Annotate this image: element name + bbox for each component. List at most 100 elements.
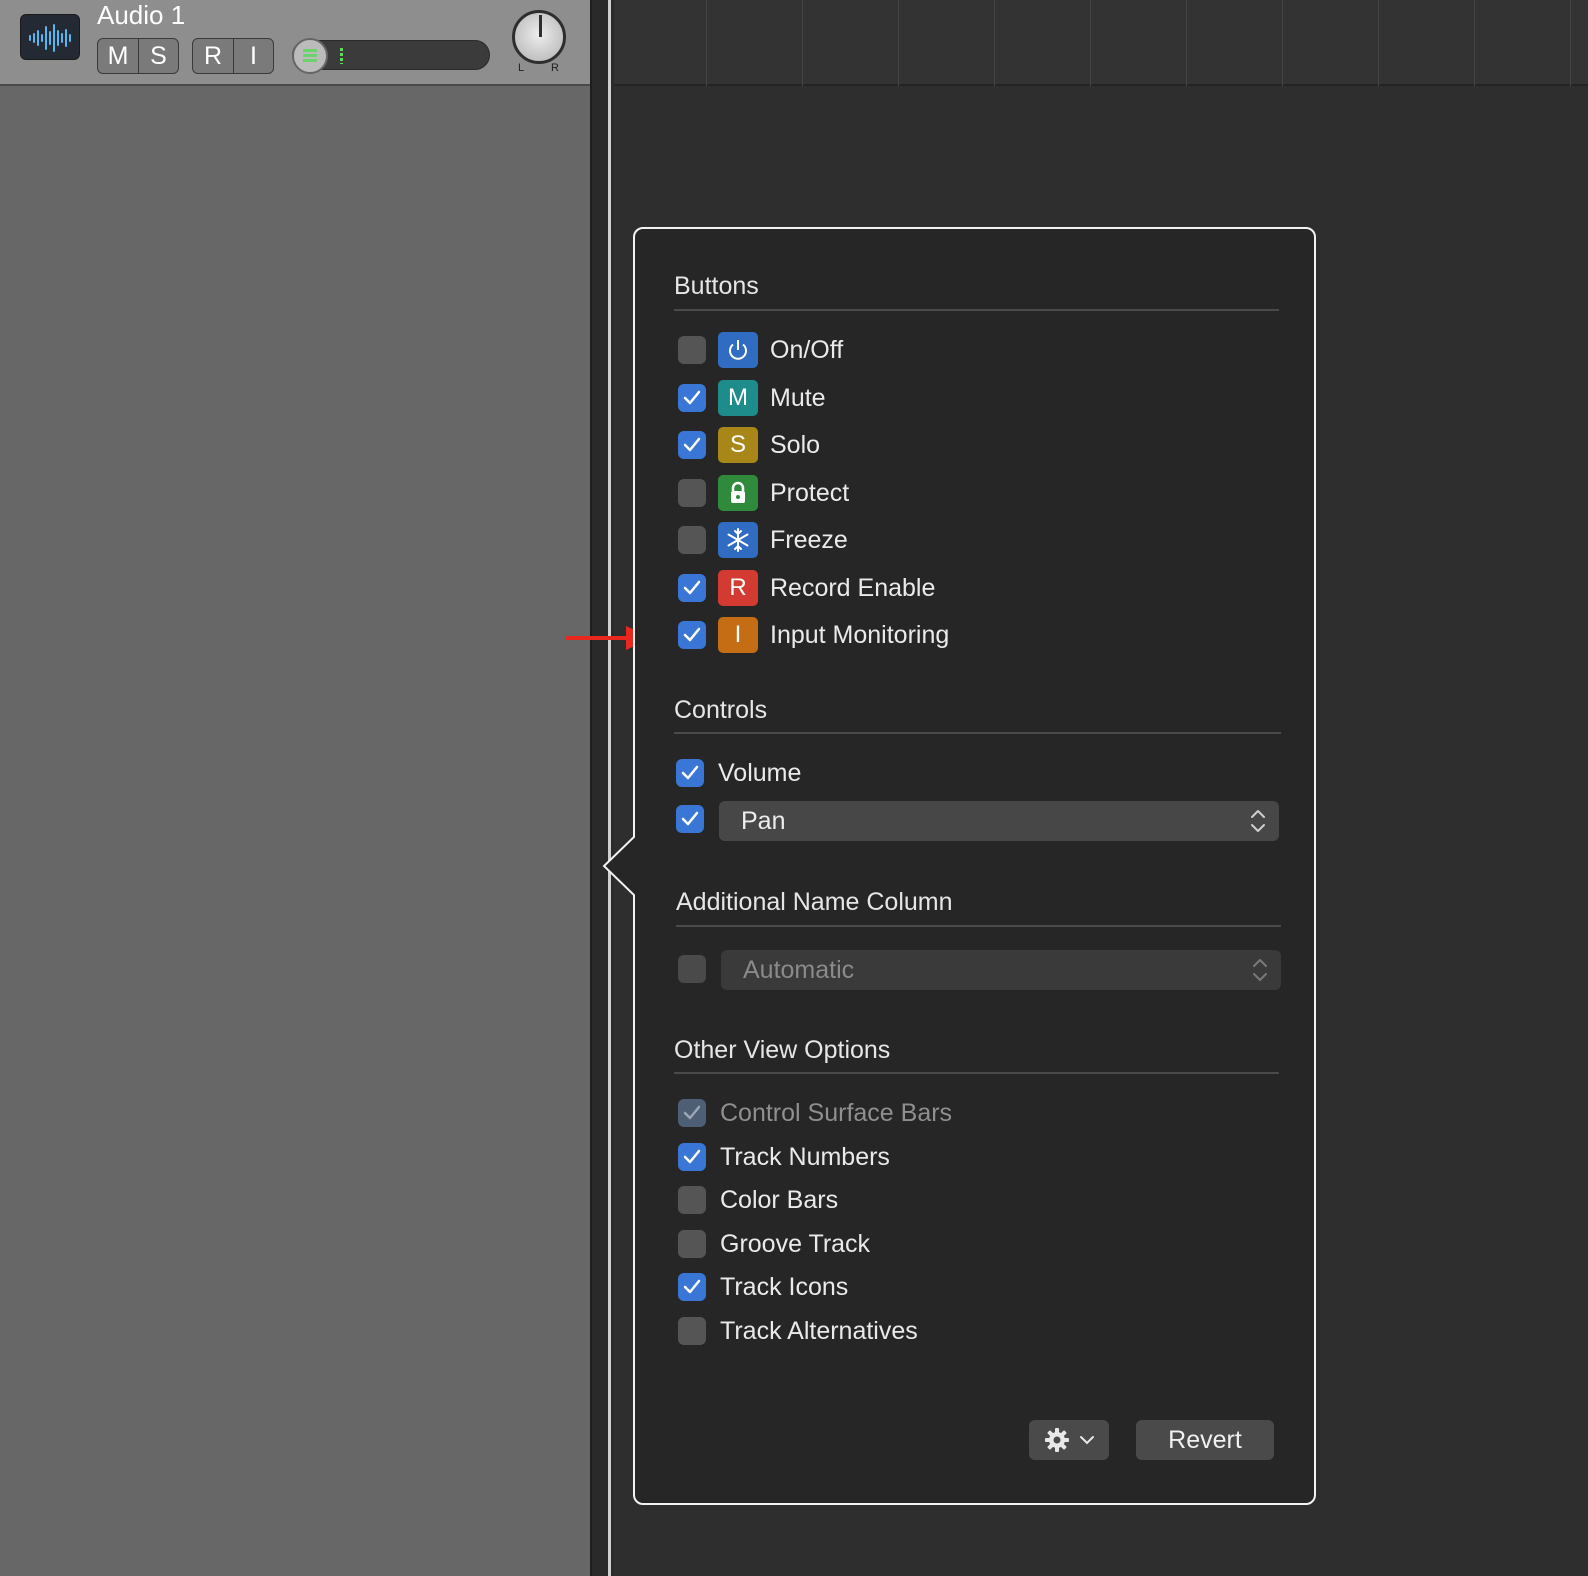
pan-popup-menu[interactable]: Pan [719, 801, 1279, 841]
track-alternatives-label: Track Alternatives [720, 1316, 918, 1345]
track-numbers-checkbox[interactable] [678, 1143, 706, 1171]
grid-line [1282, 0, 1283, 86]
view-option-color-bars[interactable]: Color Bars [678, 1180, 838, 1220]
solo-checkbox[interactable] [678, 431, 706, 459]
solo-button[interactable]: S [138, 39, 178, 73]
updown-chevron-icon [1251, 810, 1265, 832]
other-view-options-title: Other View Options [674, 1036, 891, 1064]
view-option-track-numbers[interactable]: Track Numbers [678, 1137, 890, 1177]
pan-popup-value: Pan [741, 806, 786, 835]
track-numbers-label: Track Numbers [720, 1142, 890, 1171]
view-option-track-icons[interactable]: Track Icons [678, 1267, 848, 1307]
input-monitoring-checkbox[interactable] [678, 621, 706, 649]
view-option-control-surface-bars: Control Surface Bars [678, 1093, 952, 1133]
record-enable-button[interactable]: R [193, 39, 233, 73]
section-divider [674, 309, 1279, 311]
record-enable-checkbox[interactable] [678, 574, 706, 602]
revert-button[interactable]: Revert [1136, 1420, 1274, 1460]
grid-line [802, 0, 803, 86]
pan-checkbox[interactable] [676, 805, 704, 833]
mute-solo-group: M S [97, 38, 179, 74]
pan-right-label: R [551, 62, 559, 74]
onoff-label: On/Off [770, 335, 844, 364]
control-option-volume[interactable]: Volume [676, 753, 801, 793]
grid-line [1186, 0, 1187, 86]
playhead-line [608, 0, 611, 1576]
pan-left-label: L [518, 62, 525, 74]
mute-checkbox[interactable] [678, 384, 706, 412]
groove-track-label: Groove Track [720, 1229, 871, 1258]
solo-label: Solo [770, 430, 821, 459]
input-badge-icon: I [718, 617, 758, 653]
controls-section-title: Controls [674, 696, 768, 724]
track-icons-checkbox[interactable] [678, 1273, 706, 1301]
volume-label: Volume [718, 758, 802, 787]
track-icons-label: Track Icons [720, 1272, 849, 1301]
grid-line [994, 0, 995, 86]
record-badge-icon: R [718, 570, 758, 606]
freeze-label: Freeze [770, 525, 848, 554]
track-header[interactable]: Audio 1 M S R I L R [0, 0, 590, 86]
button-option-input-monitoring[interactable]: I Input Monitoring [678, 615, 949, 655]
track-header-components-popover: Buttons On/Off M Mute S Solo Protect Fre… [633, 227, 1316, 1505]
lock-icon [718, 475, 758, 511]
input-monitoring-button[interactable]: I [233, 39, 273, 73]
record-enable-label: Record Enable [770, 573, 936, 602]
view-option-groove-track[interactable]: Groove Track [678, 1224, 870, 1264]
arrangement-track-lane[interactable] [614, 0, 1588, 86]
button-option-protect[interactable]: Protect [678, 473, 849, 513]
mute-button[interactable]: M [98, 39, 138, 73]
additional-name-column-value: Automatic [743, 955, 855, 984]
solo-badge-icon: S [718, 427, 758, 463]
color-bars-label: Color Bars [720, 1185, 839, 1214]
logic-track-header-config: Audio 1 M S R I L R Buttons On/Off M Mut… [0, 0, 1588, 1576]
protect-label: Protect [770, 478, 850, 507]
track-alternatives-checkbox[interactable] [678, 1317, 706, 1345]
control-surface-bars-checkbox [678, 1099, 706, 1127]
snowflake-icon [718, 522, 758, 558]
control-option-pan[interactable] [676, 799, 704, 839]
track-name[interactable]: Audio 1 [97, 0, 185, 30]
power-icon [718, 332, 758, 368]
mute-badge-icon: M [718, 380, 758, 416]
chevron-down-icon [1080, 1436, 1094, 1445]
additional-name-column-title: Additional Name Column [676, 888, 953, 916]
input-monitoring-label: Input Monitoring [770, 620, 950, 649]
grid-line [1570, 0, 1571, 86]
groove-track-checkbox[interactable] [678, 1230, 706, 1258]
track-list: Audio 1 M S R I L R [0, 0, 590, 1576]
volume-slider-handle[interactable] [292, 38, 328, 74]
updown-chevron-icon [1253, 959, 1267, 981]
gear-menu-button[interactable] [1029, 1420, 1109, 1460]
button-option-freeze[interactable]: Freeze [678, 520, 848, 560]
grid-line [1378, 0, 1379, 86]
color-bars-checkbox[interactable] [678, 1186, 706, 1214]
grid-line [1474, 0, 1475, 86]
additional-name-column-checkbox[interactable] [678, 955, 706, 983]
additional-name-column-popup: Automatic [721, 950, 1281, 990]
button-option-solo[interactable]: S Solo [678, 425, 820, 465]
section-divider [674, 1072, 1279, 1074]
pan-knob[interactable] [512, 10, 566, 64]
control-surface-bars-label: Control Surface Bars [720, 1098, 953, 1127]
popover-pointer [602, 826, 638, 906]
section-divider [676, 925, 1281, 927]
level-meter [340, 48, 343, 64]
view-option-track-alternatives[interactable]: Track Alternatives [678, 1311, 918, 1351]
protect-checkbox[interactable] [678, 479, 706, 507]
button-option-mute[interactable]: M Mute [678, 378, 826, 418]
grid-line [706, 0, 707, 86]
additional-name-column-option[interactable] [678, 949, 706, 989]
button-option-onoff[interactable]: On/Off [678, 330, 843, 370]
waveform-icon[interactable] [20, 14, 80, 60]
button-option-record-enable[interactable]: R Record Enable [678, 568, 935, 608]
mute-label: Mute [770, 383, 826, 412]
record-input-group: R I [192, 38, 274, 74]
grid-line [898, 0, 899, 86]
grid-line [1090, 0, 1091, 86]
freeze-checkbox[interactable] [678, 526, 706, 554]
volume-checkbox[interactable] [676, 759, 704, 787]
buttons-section-title: Buttons [674, 272, 759, 300]
onoff-checkbox[interactable] [678, 336, 706, 364]
section-divider [674, 732, 1281, 734]
